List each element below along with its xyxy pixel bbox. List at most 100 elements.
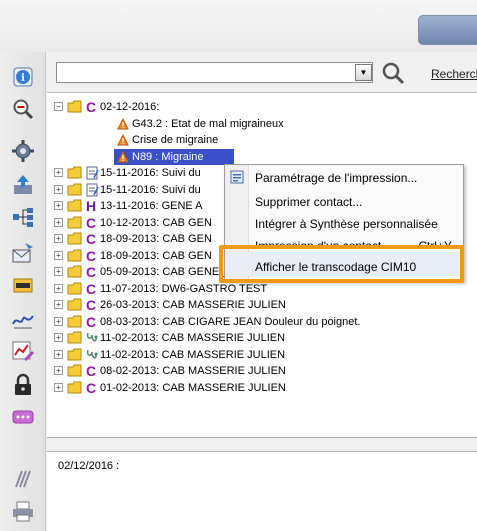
tree-row-label: 08-03-2013: CAB CIGARE JEAN Douleur du p…: [100, 315, 361, 328]
hierarchy-icon[interactable]: [10, 204, 36, 230]
tree-row-label: 08-02-2013: CAB MASSERIE JULIEN: [100, 365, 286, 377]
consultation-icon: C: [86, 379, 97, 396]
tree-row[interactable]: + C 08-03-2013: CAB CIGARE JEAN Douleur du…: [47, 314, 475, 330]
folder-icon: [67, 100, 82, 113]
tree-row-label: 02-12-2016:: [100, 101, 160, 113]
warning-icon: [117, 150, 129, 162]
tree-row-label: 18-09-2013: CAB GEN: [100, 249, 212, 262]
tree-row-label: N89 : Migraine: [132, 150, 204, 163]
notes-icon[interactable]: [10, 466, 36, 492]
consultation-icon: C: [86, 231, 97, 247]
tree-row-label: 11-02-2013: CAB MASSERIE JULIEN: [100, 348, 286, 361]
folder-icon: [67, 249, 82, 261]
more-icon[interactable]: [10, 404, 36, 430]
tree-row-label: Crise de migraine: [132, 134, 219, 146]
warning-icon: [117, 134, 129, 146]
settings-icon[interactable]: [10, 138, 36, 164]
notes-text: 02/12/2016 :: [58, 460, 120, 472]
document-icon: [85, 183, 99, 197]
consultation-icon: C: [86, 99, 97, 115]
consultation-icon: C: [86, 363, 97, 379]
signature-icon[interactable]: [10, 306, 36, 332]
consultation-icon: C: [86, 313, 97, 330]
menu-item-print-settings[interactable]: Paramétrage de l'impression...: [255, 170, 417, 186]
expand-toggle[interactable]: +: [54, 366, 63, 375]
expand-toggle[interactable]: +: [54, 217, 63, 227]
tree-row[interactable]: +11-02-2013: CAB MASSERIE JULIEN: [47, 330, 475, 346]
consultation-icon: C: [86, 214, 97, 231]
top-action-button[interactable]: [418, 15, 477, 45]
expand-toggle[interactable]: +: [54, 333, 63, 342]
tree-row-label: 01-02-2013: CAB MASSERIE JULIEN: [100, 381, 286, 394]
folder-icon: [67, 183, 82, 195]
folder-icon: [67, 265, 82, 278]
stethoscope-icon: [85, 331, 99, 345]
search-input[interactable]: [56, 62, 373, 83]
tree-row[interactable]: + C 26-03-2013: CAB MASSERIE JULIEN: [47, 297, 475, 313]
folder-icon: [67, 298, 82, 311]
tree-row[interactable]: +11-02-2013: CAB MASSERIE JULIEN: [47, 347, 475, 363]
expand-toggle[interactable]: +: [54, 300, 63, 309]
expand-toggle[interactable]: +: [54, 250, 63, 260]
top-band: [0, 0, 477, 52]
folder-icon[interactable]: [10, 272, 36, 298]
send-mail-icon[interactable]: [10, 240, 36, 266]
import-icon[interactable]: [10, 172, 36, 198]
info-icon[interactable]: i: [10, 64, 36, 90]
folder-icon: [67, 348, 82, 360]
expand-toggle[interactable]: +: [54, 184, 63, 194]
tree-row[interactable]: Crise de migraine: [47, 132, 475, 148]
expand-toggle[interactable]: +: [54, 168, 63, 177]
menu-item-delete-contact[interactable]: Supprimer contact...: [255, 194, 362, 210]
expand-toggle[interactable]: +: [54, 283, 63, 293]
tree-row[interactable]: G43.2 : Etat de mal migraineux: [47, 116, 475, 132]
zoom-out-icon[interactable]: [10, 96, 36, 122]
tree-row-label: 15-11-2016: Suivi du: [100, 167, 201, 179]
folder-icon: [67, 331, 82, 344]
hospital-icon: H: [86, 198, 97, 214]
chart-edit-icon[interactable]: [10, 338, 36, 364]
tree-row-label: 15-11-2016: Suivi du: [100, 183, 201, 196]
folder-icon: [67, 381, 82, 393]
consultation-icon: C: [86, 264, 97, 280]
folder-icon: [67, 199, 82, 212]
search-icon[interactable]: [380, 60, 406, 86]
tree-row-label: 13-11-2016: GENE A: [100, 200, 203, 212]
tree-row-label: 18-09-2013: CAB GEN: [100, 233, 212, 245]
tree-row-label: 11-02-2013: CAB MASSERIE JULIEN: [100, 332, 286, 344]
tree-row-label: G43.2 : Etat de mal migraineux: [132, 117, 284, 130]
expand-toggle[interactable]: +: [54, 316, 63, 326]
folder-icon: [67, 166, 82, 179]
print-icon[interactable]: [10, 498, 36, 524]
consultation-icon: C: [86, 297, 97, 313]
folder-icon: [67, 282, 82, 294]
lock-icon[interactable]: [10, 372, 36, 398]
expand-toggle[interactable]: +: [54, 382, 63, 392]
tree-row[interactable]: + C 01-02-2013: CAB MASSERIE JULIEN: [47, 380, 475, 396]
menu-item-integrate-synthesis[interactable]: Intégrer à Synthèse personnalisée: [255, 216, 438, 232]
expand-toggle[interactable]: +: [54, 234, 63, 243]
stethoscope-icon: [85, 348, 99, 362]
folder-icon: [67, 364, 82, 377]
svg-text:i: i: [21, 73, 25, 84]
expand-toggle[interactable]: +: [54, 349, 63, 359]
expand-toggle[interactable]: +: [54, 201, 63, 210]
tree-row-label: 10-12-2013: CAB GEN: [100, 216, 212, 229]
consultation-icon: C: [86, 280, 97, 297]
tree-row-label: 26-03-2013: CAB MASSERIE JULIEN: [100, 299, 286, 311]
search-link[interactable]: Recherche: [431, 67, 477, 81]
notes-pane[interactable]: 02/12/2016 :: [47, 451, 477, 531]
expand-toggle[interactable]: +: [54, 267, 63, 276]
folder-icon: [67, 216, 82, 228]
expand-toggle[interactable]: −: [54, 102, 63, 111]
print-settings-icon: [230, 170, 244, 184]
warning-icon: [117, 117, 129, 129]
tree-row[interactable]: − C 02-12-2016:: [47, 99, 475, 115]
highlight-frame: [219, 245, 464, 283]
folder-icon: [67, 315, 82, 327]
tree-row[interactable]: N89 : Migraine: [114, 148, 234, 165]
document-icon: [85, 166, 99, 180]
tree-row[interactable]: + C 08-02-2013: CAB MASSERIE JULIEN: [47, 363, 475, 379]
search-dropdown-button[interactable]: ▼: [355, 64, 372, 81]
consultation-icon: C: [86, 247, 97, 264]
